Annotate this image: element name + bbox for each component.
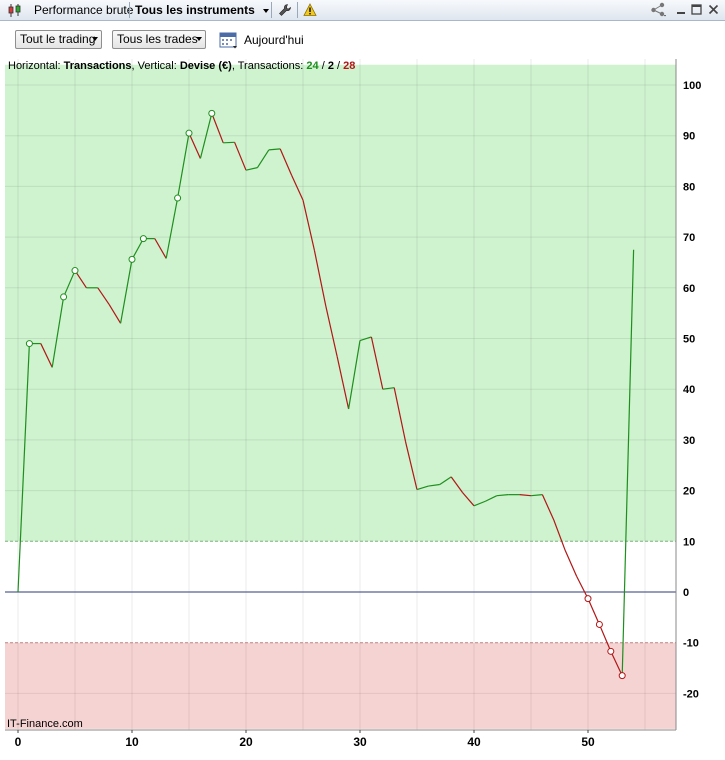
neutral-count: 2	[327, 60, 334, 72]
data-point-marker	[185, 129, 193, 137]
vertical-label: Vertical:	[137, 60, 177, 72]
chevron-down-icon	[196, 37, 202, 41]
y-tick-label: 100	[683, 80, 701, 92]
data-point-marker	[208, 109, 216, 117]
warning-icon[interactable]	[303, 3, 317, 17]
series-segment	[564, 550, 578, 577]
y-tick-label: 30	[683, 435, 695, 447]
data-point-marker	[60, 293, 68, 301]
y-tick-label: 20	[683, 486, 695, 498]
chart-area: 100 90 80 70 60 50 40 30 20 10 0 -10 -20 0 10 20 30 40 50 …	[0, 57, 725, 760]
tab-separator	[271, 2, 272, 18]
source-label: IT-Finance.com	[7, 718, 83, 730]
date-label[interactable]: Aujourd'hui	[244, 33, 304, 47]
x-tick-label: 20	[239, 735, 253, 749]
tab-tous-les-instruments[interactable]: Tous les instruments	[135, 1, 270, 19]
winning-count: 24	[306, 60, 319, 72]
x-tick-label: 40	[467, 735, 481, 749]
horizontal-value: Transactions	[63, 60, 132, 72]
data-point-marker	[607, 647, 615, 655]
y-tick-label: 0	[683, 587, 689, 599]
series-segment	[223, 141, 235, 144]
equity-chart: 1009080706050403020100-10-200 10 20 30 40 50	[5, 59, 701, 749]
x-tick-label: 0	[15, 735, 22, 749]
candlestick-icon	[7, 4, 23, 17]
data-point-marker	[71, 267, 79, 275]
window-header: Performance brute Tous les instruments	[0, 0, 725, 21]
y-tick-label: 10	[683, 536, 695, 548]
profit-zone	[5, 64, 676, 542]
trading-filter-value: Tout le trading	[20, 32, 96, 46]
data-point-marker	[128, 255, 136, 263]
y-tick-label: -10	[683, 638, 699, 650]
tab-instruments-label: Tous les instruments	[135, 3, 255, 17]
data-point-marker	[618, 672, 626, 680]
chevron-down-icon	[263, 8, 270, 13]
tab-separator	[129, 2, 130, 18]
data-point-marker	[25, 340, 33, 348]
trades-filter-value: Tous les trades	[117, 32, 198, 46]
data-point-marker	[174, 194, 182, 202]
share-icon[interactable]	[650, 2, 668, 18]
y-tick-label: 70	[683, 232, 695, 244]
x-tick-label: 50	[581, 735, 595, 749]
tab-performance-brute[interactable]: Performance brute	[34, 1, 133, 19]
close-button[interactable]	[708, 2, 719, 20]
toolbar: Tout le trading Tous les trades Aujourd'…	[0, 21, 725, 57]
minimize-button[interactable]	[676, 2, 686, 20]
transactions-label: Transactions:	[237, 60, 304, 72]
vertical-value: Devise (€)	[179, 60, 232, 72]
data-point-marker	[595, 620, 603, 628]
y-tick-label: 50	[683, 334, 695, 346]
y-tick-label: 40	[683, 384, 695, 396]
y-tick-label: 80	[683, 181, 695, 193]
data-point-marker	[139, 235, 147, 243]
wrench-icon[interactable]	[278, 3, 292, 17]
series-segment	[576, 576, 589, 599]
maximize-button[interactable]	[691, 2, 702, 20]
series-segment	[587, 598, 600, 625]
x-tick-label: 30	[353, 735, 367, 749]
data-point-marker	[584, 595, 592, 603]
losing-count: 28	[343, 60, 356, 72]
trading-filter-select[interactable]: Tout le trading	[15, 30, 102, 49]
y-tick-label: 90	[683, 131, 695, 143]
tab-separator	[297, 2, 298, 18]
horizontal-label: Horizontal:	[8, 60, 61, 72]
calendar-icon[interactable]	[219, 30, 239, 50]
y-tick-label: 60	[683, 283, 695, 295]
y-tick-label: -20	[683, 688, 699, 700]
loss-zone	[5, 642, 676, 729]
x-tick-label: 10	[125, 735, 139, 749]
trades-filter-select[interactable]: Tous les trades	[112, 30, 206, 49]
chart-info-bar: Horizontal: Transactions, Vertical: Devi…	[8, 60, 355, 72]
chevron-down-icon	[92, 37, 98, 41]
